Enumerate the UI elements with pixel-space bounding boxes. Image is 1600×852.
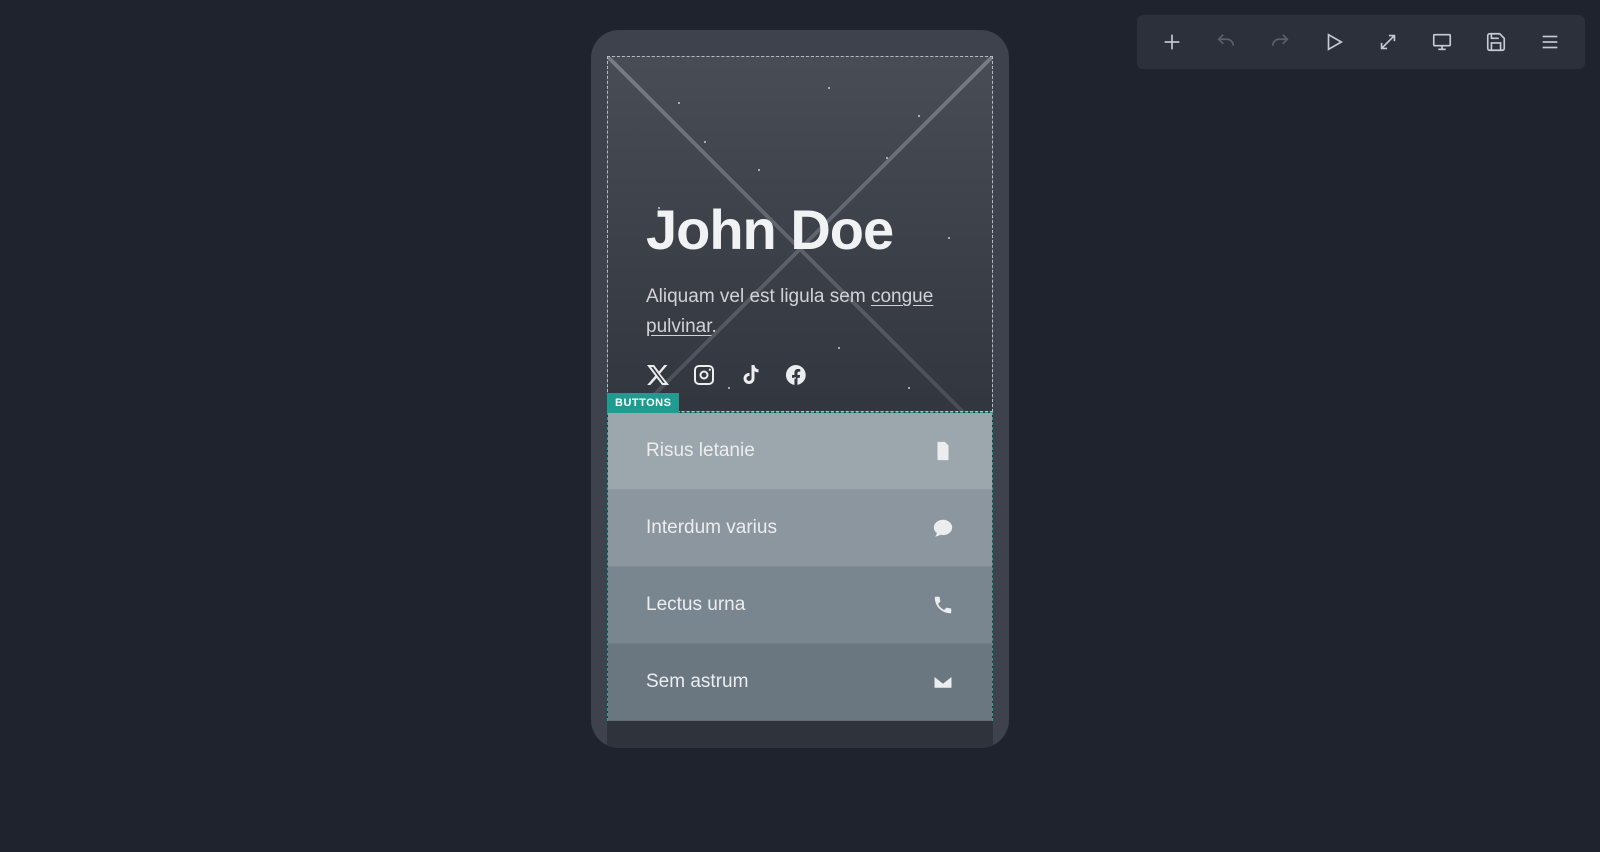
menu-icon	[1539, 31, 1561, 53]
tiktok-icon[interactable]	[738, 363, 762, 387]
desktop-icon	[1431, 31, 1453, 53]
undo-button[interactable]	[1201, 21, 1251, 63]
save-icon	[1485, 31, 1507, 53]
redo-icon	[1269, 31, 1291, 53]
expand-icon	[1377, 31, 1399, 53]
device-screen: John Doe Aliquam vel est ligula sem cong…	[607, 56, 993, 748]
x-icon[interactable]	[646, 363, 670, 387]
instagram-icon[interactable]	[692, 363, 716, 387]
device-frame: John Doe Aliquam vel est ligula sem cong…	[591, 30, 1009, 748]
add-button[interactable]	[1147, 21, 1197, 63]
subtitle-text: Aliquam vel est ligula sem	[646, 286, 871, 307]
undo-icon	[1215, 31, 1237, 53]
list-button-label: Risus letanie	[646, 440, 755, 462]
save-button[interactable]	[1471, 21, 1521, 63]
profile-subtitle[interactable]: Aliquam vel est ligula sem congue pulvin…	[646, 282, 954, 341]
list-button-label: Sem astrum	[646, 671, 748, 693]
play-icon	[1323, 31, 1345, 53]
list-button-label: Interdum varius	[646, 517, 777, 539]
list-button-1[interactable]: Interdum varius	[608, 490, 992, 567]
mail-icon	[932, 671, 954, 693]
section-label: BUTTONS	[607, 393, 679, 413]
menu-button[interactable]	[1525, 21, 1575, 63]
banner-content: John Doe Aliquam vel est ligula sem cong…	[608, 201, 992, 411]
social-row	[646, 363, 954, 387]
list-button-0[interactable]: Risus letanie	[608, 413, 992, 490]
list-button-label: Lectus urna	[646, 594, 745, 616]
subtitle-suffix: .	[712, 316, 717, 337]
phone-icon	[932, 594, 954, 616]
plus-icon	[1161, 31, 1183, 53]
facebook-icon[interactable]	[784, 363, 808, 387]
profile-title[interactable]: John Doe	[646, 201, 954, 260]
banner-section[interactable]: John Doe Aliquam vel est ligula sem cong…	[607, 56, 993, 412]
play-button[interactable]	[1309, 21, 1359, 63]
redo-button[interactable]	[1255, 21, 1305, 63]
buttons-section[interactable]: BUTTONS Risus letanie Interdum varius Le…	[607, 412, 993, 721]
chat-icon	[932, 517, 954, 539]
list-button-3[interactable]: Sem astrum	[608, 644, 992, 721]
list-button-2[interactable]: Lectus urna	[608, 567, 992, 644]
preview-desktop-button[interactable]	[1417, 21, 1467, 63]
expand-button[interactable]	[1363, 21, 1413, 63]
file-icon	[932, 440, 954, 462]
editor-toolbar	[1137, 15, 1585, 69]
